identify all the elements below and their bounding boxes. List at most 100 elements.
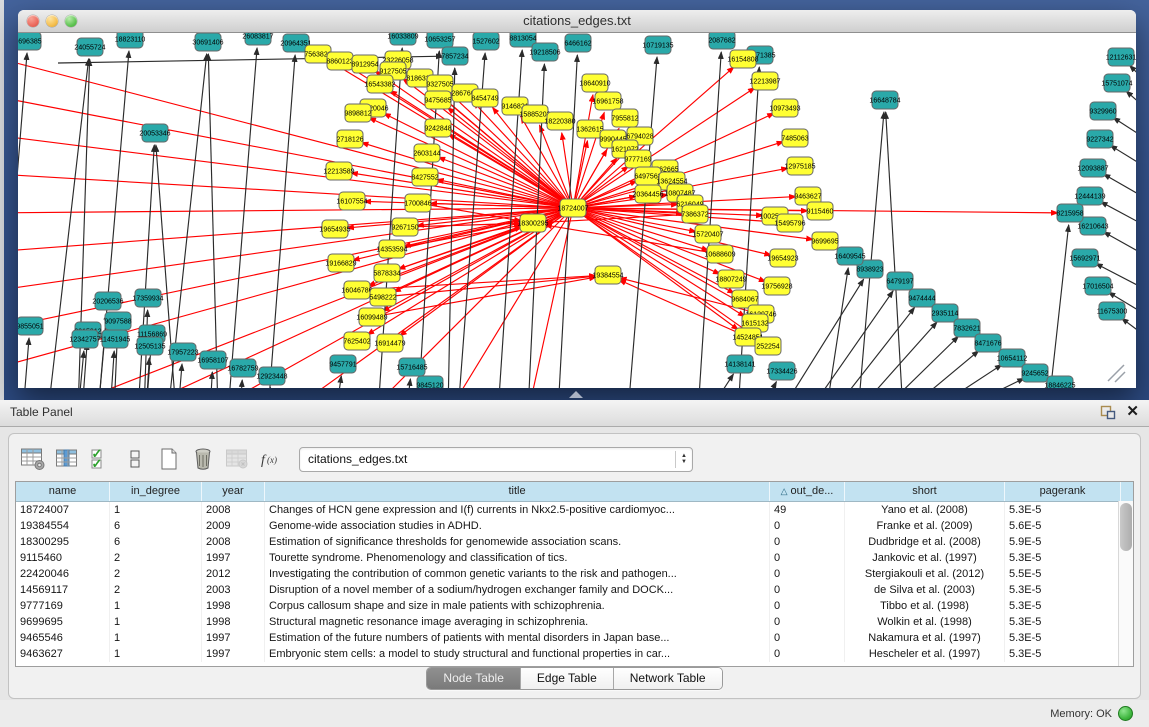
column-header-out_degree[interactable]: △out_de... xyxy=(770,482,845,501)
table-settings-icon[interactable] xyxy=(19,446,46,473)
row-height-icon[interactable] xyxy=(121,446,148,473)
graph-node[interactable]: 16409545 xyxy=(834,247,865,265)
graph-node[interactable]: 2935114 xyxy=(932,304,959,322)
graph-node[interactable]: 252254 xyxy=(755,337,781,355)
graph-node[interactable]: 16914479 xyxy=(374,334,405,352)
column-header-year[interactable]: year xyxy=(202,482,265,501)
graph-node[interactable]: 18846225 xyxy=(1044,376,1075,388)
table-row[interactable]: 1456911722003Disruption of a novel membe… xyxy=(16,582,1133,598)
graph-node[interactable]: 6466162 xyxy=(564,34,591,52)
column-header-pagerank[interactable]: pagerank xyxy=(1005,482,1121,501)
column-header-in_degree[interactable]: in_degree xyxy=(110,482,202,501)
graph-node[interactable]: 16107554 xyxy=(336,192,367,210)
graph-node[interactable]: 12112631 xyxy=(1106,48,1136,66)
resize-grip-icon[interactable] xyxy=(1108,365,1125,382)
graph-node[interactable]: 11451945 xyxy=(100,330,131,348)
tab-edge-table[interactable]: Edge Table xyxy=(521,668,614,689)
graph-node[interactable]: 9855051 xyxy=(18,317,44,335)
graph-node[interactable]: 5498222 xyxy=(369,288,396,306)
graph-node[interactable]: 18640910 xyxy=(579,74,610,92)
split-pane-handle[interactable] xyxy=(569,391,583,398)
graph-node[interactable]: 7955812 xyxy=(611,109,638,127)
graph-node[interactable]: 19384554 xyxy=(592,266,623,284)
graph-node[interactable]: 9227342 xyxy=(1086,130,1113,148)
scrollbar-thumb[interactable] xyxy=(1120,503,1132,551)
table-row[interactable]: 946554611997Estimation of the future num… xyxy=(16,630,1133,646)
graph-node[interactable]: 6479197 xyxy=(886,272,913,290)
graph-node[interactable]: 18220380 xyxy=(544,112,575,130)
create-table-icon[interactable] xyxy=(155,446,182,473)
graph-node[interactable]: 18807249 xyxy=(715,270,746,288)
graph-node[interactable]: 12975185 xyxy=(784,157,815,175)
graph-node[interactable]: 16782759 xyxy=(227,359,258,377)
graph-node[interactable]: 19218506 xyxy=(529,43,560,61)
graph-node[interactable]: 1696385 xyxy=(18,33,42,50)
graph-node[interactable]: 7386372 xyxy=(681,205,708,223)
graph-node[interactable]: 12213589 xyxy=(323,162,354,180)
graph-node[interactable]: 15495796 xyxy=(774,214,805,232)
graph-node[interactable]: 12444139 xyxy=(1074,187,1105,205)
graph-node[interactable]: 9457791 xyxy=(329,355,356,373)
graph-node[interactable]: 9115460 xyxy=(807,202,834,220)
table-scrollbar[interactable] xyxy=(1118,501,1133,666)
table-row[interactable]: 911546021997Tourette syndrome. Phenomeno… xyxy=(16,550,1133,566)
graph-node[interactable]: 2718126 xyxy=(336,130,363,148)
graph-node[interactable]: 26083817 xyxy=(242,33,273,45)
close-panel-icon[interactable]: ✕ xyxy=(1126,404,1139,420)
graph-node[interactable]: 12505135 xyxy=(134,337,165,355)
graph-node[interactable]: 17334426 xyxy=(766,362,797,380)
graph-node[interactable]: 17957223 xyxy=(167,343,198,361)
graph-node[interactable]: 7857234 xyxy=(441,47,468,65)
graph-node[interactable]: 8912954 xyxy=(351,55,378,73)
table-row[interactable]: 1830029562008Estimation of significance … xyxy=(16,534,1133,550)
graph-node[interactable]: 10719135 xyxy=(642,36,673,54)
graph-node[interactable]: 20364456 xyxy=(632,185,663,203)
graph-node[interactable]: 8860123 xyxy=(326,52,353,70)
graph-node[interactable]: 7625402 xyxy=(343,332,370,350)
graph-node[interactable]: 9267150 xyxy=(391,218,418,236)
graph-node[interactable]: 2603144 xyxy=(413,144,440,162)
graph-node[interactable]: 16543382 xyxy=(364,75,395,93)
graph-node[interactable]: 19756928 xyxy=(761,277,792,295)
table-selector-dropdown[interactable]: citations_edges.txt ▲▼ xyxy=(299,447,693,472)
graph-node[interactable]: 8454749 xyxy=(471,89,498,107)
column-header-title[interactable]: title xyxy=(265,482,770,501)
dropdown-stepper-icon[interactable]: ▲▼ xyxy=(675,451,692,468)
graph-node[interactable]: 16154808 xyxy=(727,50,758,68)
table-row[interactable]: 969969511998Structural magnetic resonanc… xyxy=(16,614,1133,630)
graph-node[interactable]: 9329960 xyxy=(1089,102,1116,120)
table-row[interactable]: 1938455462009Genome-wide association stu… xyxy=(16,518,1133,534)
graph-node[interactable]: 9845120 xyxy=(416,376,443,388)
graph-node[interactable]: 8215958 xyxy=(1056,204,1083,222)
table-row[interactable]: 946362711997Embryonic stem cells: a mode… xyxy=(16,646,1133,662)
graph-node[interactable]: 9474444 xyxy=(908,289,935,307)
table-row[interactable]: 2242004622012Investigating the contribut… xyxy=(16,566,1133,582)
select-rows-icon[interactable]: ✓✓ xyxy=(87,446,114,473)
graph-node[interactable]: 12923448 xyxy=(256,367,287,385)
graph-node[interactable]: 5878334 xyxy=(373,264,400,282)
graph-node[interactable]: 10653257 xyxy=(424,33,455,48)
graph-node[interactable]: 8471676 xyxy=(974,334,1001,352)
graph-node[interactable]: 16033809 xyxy=(387,33,418,45)
graph-node[interactable]: 10688609 xyxy=(704,245,735,263)
graph-node[interactable]: 2087682 xyxy=(708,33,735,49)
graph-node[interactable]: 15692971 xyxy=(1069,249,1100,267)
graph-node[interactable]: 12342757 xyxy=(69,330,100,348)
graph-node[interactable]: 16961758 xyxy=(592,92,623,110)
graph-node[interactable]: 19654935 xyxy=(319,220,350,238)
graph-node[interactable]: 11675300 xyxy=(1097,302,1128,320)
graph-node[interactable]: 1527602 xyxy=(472,33,499,50)
graph-node[interactable]: 10973493 xyxy=(769,99,800,117)
graph-node[interactable]: 17016504 xyxy=(1082,277,1113,295)
float-panel-icon[interactable] xyxy=(1100,405,1116,420)
delete-table-icon[interactable] xyxy=(189,446,216,473)
graph-node[interactable]: 12213987 xyxy=(749,72,780,90)
graph-node[interactable]: 16099489 xyxy=(356,308,387,326)
graph-node[interactable]: 18724007 xyxy=(557,199,588,217)
graph-node[interactable]: 12093887 xyxy=(1077,159,1108,177)
graph-node[interactable]: 1700846 xyxy=(404,194,431,212)
graph-node[interactable]: 9777169 xyxy=(624,150,651,168)
graph-node[interactable]: 20206536 xyxy=(92,292,123,310)
tab-node-table[interactable]: Node Table xyxy=(427,668,521,689)
graph-node[interactable]: 15716485 xyxy=(396,358,427,376)
